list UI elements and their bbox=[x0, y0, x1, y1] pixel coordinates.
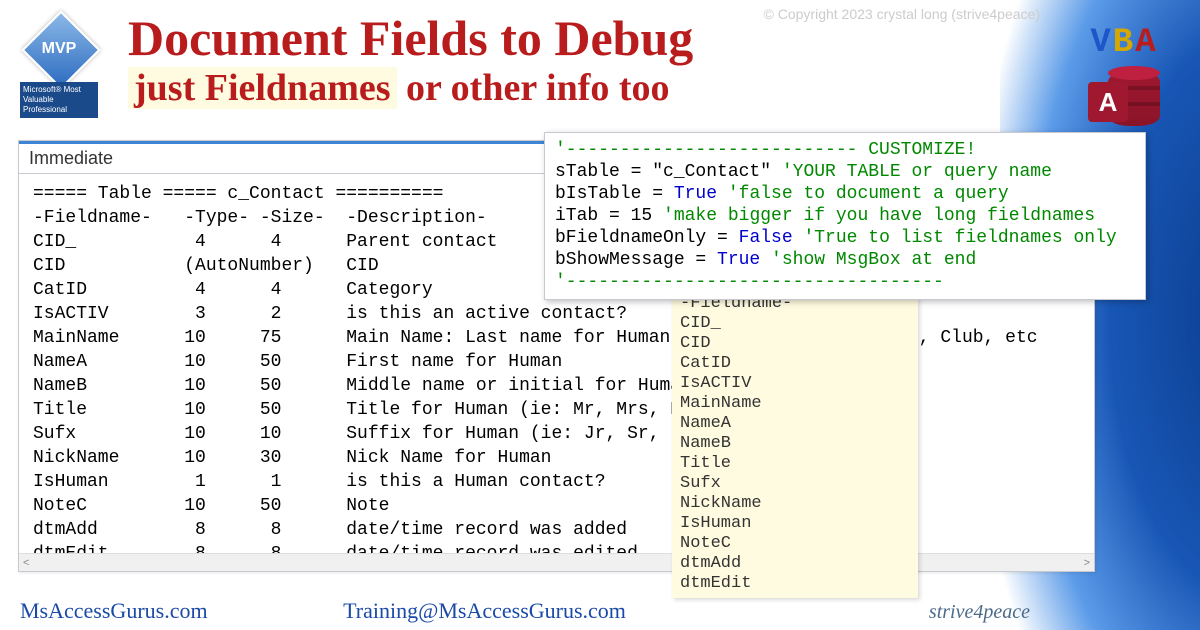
title-block: Document Fields to Debug just Fieldnames… bbox=[128, 12, 1180, 108]
vba-access-logo: VBA A bbox=[1088, 24, 1160, 130]
subtitle-highlight: just Fieldnames bbox=[128, 67, 397, 109]
mvp-diamond-text: MVP bbox=[20, 40, 98, 58]
footer-link-site[interactable]: MsAccessGurus.com bbox=[20, 598, 208, 623]
vba-text: VBA bbox=[1088, 24, 1160, 62]
scroll-right-icon[interactable]: > bbox=[1084, 557, 1090, 569]
fieldname-list-panel: ===== Table = c_Contact -Fieldname- CID_… bbox=[672, 270, 918, 598]
footer-link-email[interactable]: Training@MsAccessGurus.com bbox=[343, 598, 626, 623]
code-snippet-panel: '--------------------------- CUSTOMIZE! … bbox=[544, 132, 1146, 300]
scroll-left-icon[interactable]: < bbox=[23, 557, 29, 569]
access-icon: A bbox=[1088, 68, 1160, 130]
mvp-label: Microsoft® Most Valuable Professional bbox=[20, 82, 98, 118]
page-subtitle: just Fieldnames or other info too bbox=[128, 69, 1180, 109]
footer: MsAccessGurus.com Training@MsAccessGurus… bbox=[20, 598, 1180, 624]
horizontal-scrollbar[interactable]: < > bbox=[19, 553, 1094, 571]
mvp-badge: MVP Microsoft® Most Valuable Professiona… bbox=[20, 18, 98, 118]
copyright-text: © Copyright 2023 crystal long (strive4pe… bbox=[764, 6, 1040, 22]
access-letter: A bbox=[1088, 82, 1128, 122]
subtitle-rest: or other info too bbox=[397, 67, 670, 109]
footer-signature: strive4peace bbox=[929, 601, 1030, 624]
